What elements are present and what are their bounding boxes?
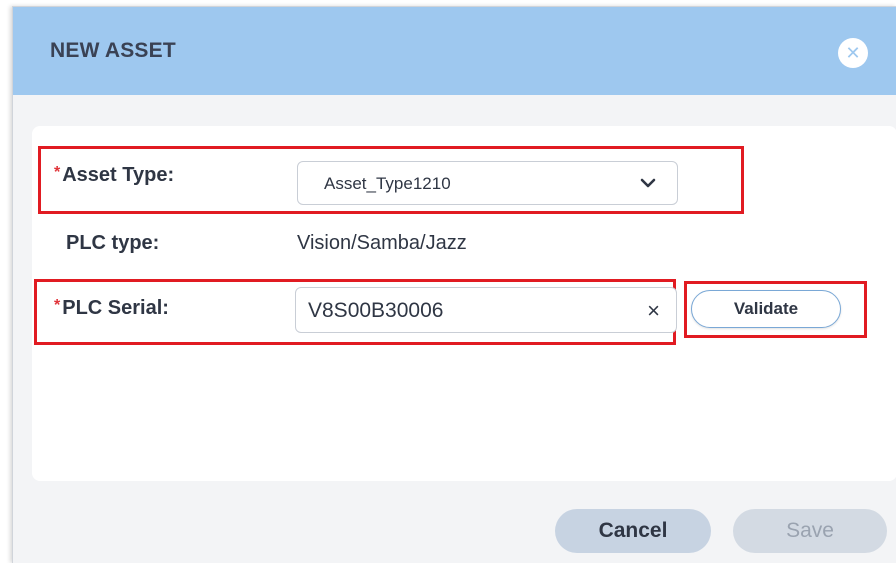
close-icon: ✕ <box>845 42 861 63</box>
asset-type-select[interactable]: Asset_Type1210 <box>297 161 678 205</box>
plc-serial-value: V8S00B30006 <box>308 299 444 322</box>
close-button[interactable]: ✕ <box>838 38 868 68</box>
asset-type-selected-value: Asset_Type1210 <box>324 174 451 193</box>
plc-serial-label-row: * PLC Serial: <box>54 297 169 320</box>
validate-button[interactable]: Validate <box>691 290 841 328</box>
required-marker: * <box>54 164 61 181</box>
plc-serial-input[interactable]: V8S00B30006 × <box>295 287 677 333</box>
plc-serial-label: PLC Serial: <box>62 297 169 319</box>
chevron-down-icon <box>640 178 656 188</box>
cancel-button[interactable]: Cancel <box>555 509 711 553</box>
required-marker: * <box>54 297 61 314</box>
dialog-title: NEW ASSET <box>50 39 176 62</box>
save-button[interactable]: Save <box>733 509 887 553</box>
plc-type-value: Vision/Samba/Jazz <box>297 232 467 254</box>
clear-icon[interactable]: × <box>647 298 660 324</box>
asset-type-label: Asset Type: <box>62 164 175 186</box>
dialog-header: NEW ASSET <box>13 7 896 95</box>
asset-type-label-row: * Asset Type: <box>54 164 174 187</box>
plc-type-label: PLC type: <box>66 232 160 254</box>
